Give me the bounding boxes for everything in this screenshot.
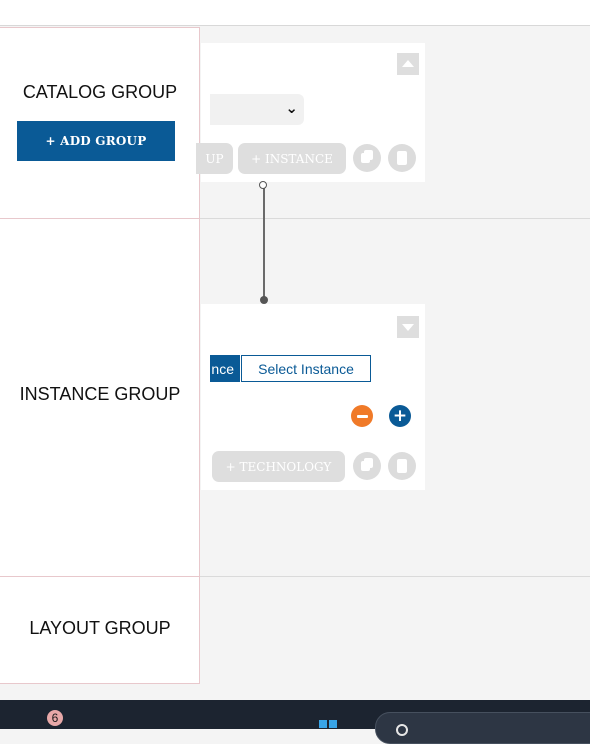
- copy-button[interactable]: [353, 452, 381, 480]
- chevron-up-icon: [402, 60, 414, 67]
- trash-icon: [397, 459, 407, 473]
- minus-circle-icon: [356, 414, 368, 418]
- windows-start-icon[interactable]: [319, 720, 337, 729]
- instance-group-label: INSTANCE GROUP: [19, 384, 181, 404]
- add-group-button[interactable]: + ADD GROUP: [17, 121, 175, 161]
- add-technology-label: + TECHNOLOGY: [225, 459, 332, 474]
- search-icon: [396, 724, 408, 736]
- tab-instance-active[interactable]: nce: [210, 355, 240, 382]
- copy-icon: [361, 461, 370, 471]
- start-tile: [329, 720, 337, 728]
- connector-start-node: [259, 181, 267, 189]
- remove-button[interactable]: [351, 405, 373, 427]
- chevron-down-icon: [402, 324, 414, 331]
- top-bar: [0, 0, 590, 26]
- connector-end-node: [260, 296, 268, 304]
- add-technology-button[interactable]: + TECHNOLOGY: [212, 451, 345, 482]
- add-group-partial-button[interactable]: UP: [196, 143, 233, 174]
- chevron-down-icon: ⌄: [285, 99, 298, 117]
- layout-group-label: LAYOUT GROUP: [29, 618, 171, 638]
- tab-select-instance[interactable]: Select Instance: [241, 355, 371, 382]
- copy-button[interactable]: [353, 144, 381, 172]
- delete-button[interactable]: [388, 452, 416, 480]
- catalog-select[interactable]: ⌄: [210, 94, 304, 125]
- plus-circle-icon: +: [392, 405, 408, 426]
- notification-badge[interactable]: 6: [47, 710, 63, 726]
- add-instance-button[interactable]: + INSTANCE: [238, 143, 346, 174]
- catalog-group-label: CATALOG GROUP: [22, 82, 178, 102]
- copy-icon: [361, 153, 370, 163]
- add-group-partial-label: UP: [205, 151, 224, 166]
- trash-icon: [397, 151, 407, 165]
- delete-button[interactable]: [388, 144, 416, 172]
- taskbar-search[interactable]: [375, 712, 590, 744]
- connector-line: [263, 188, 265, 299]
- add-button[interactable]: +: [389, 405, 411, 427]
- start-tile: [319, 720, 327, 728]
- expand-button[interactable]: [397, 316, 419, 338]
- add-instance-label: + INSTANCE: [251, 151, 333, 166]
- collapse-button[interactable]: [397, 53, 419, 75]
